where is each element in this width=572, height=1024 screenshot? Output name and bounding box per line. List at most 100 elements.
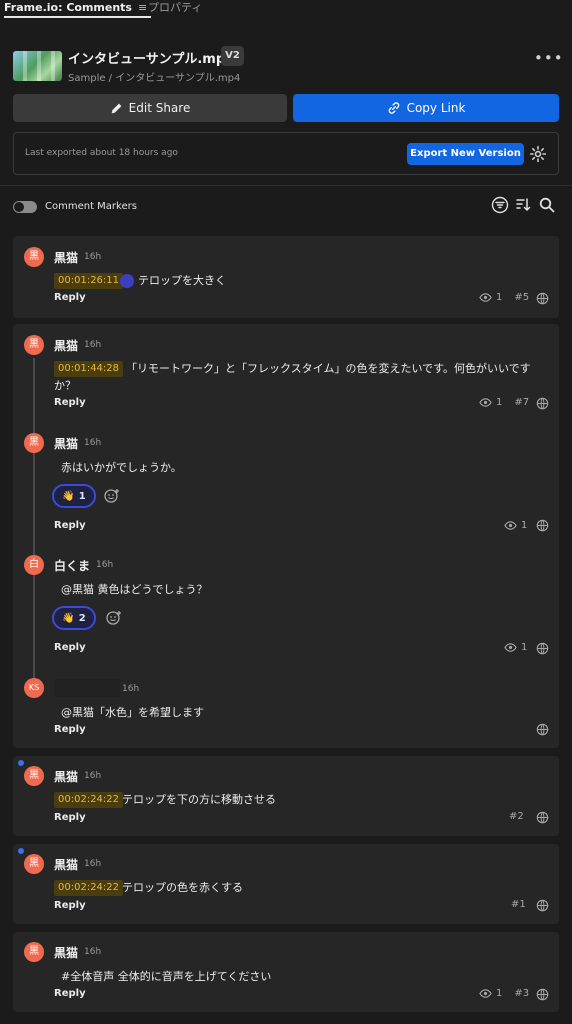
- globe-icon[interactable]: [536, 292, 549, 305]
- reply-meta: 1: [504, 641, 527, 654]
- timestamp-badge[interactable]: 00:01:44:28: [54, 361, 124, 377]
- comment-number: #1: [511, 899, 526, 910]
- avatar: 黒: [24, 854, 44, 874]
- comment-author: 黒猫: [54, 770, 79, 784]
- reply-button[interactable]: Reply: [54, 900, 86, 911]
- reply-button[interactable]: Reply: [54, 292, 86, 303]
- comment-markers-toggle[interactable]: [13, 201, 37, 213]
- tab-comments-label: Frame.io: Comments: [4, 1, 132, 14]
- comment-card[interactable]: 黒 黒猫 16h 00:01:26:11 テロップを大きく Reply 1 #5: [13, 236, 559, 318]
- wave-icon: 👋: [62, 612, 75, 624]
- globe-icon[interactable]: [536, 723, 549, 736]
- filter-icon[interactable]: [491, 196, 509, 214]
- comment-card[interactable]: 黒 黒猫 16h 00:02:24:22 テロップを下の方に移動させる Repl…: [13, 756, 559, 836]
- timestamp-badge[interactable]: 00:02:24:22: [54, 880, 124, 896]
- more-options-icon[interactable]: •••: [534, 50, 563, 70]
- globe-icon[interactable]: [536, 988, 549, 1001]
- reply-time: 16h: [84, 438, 102, 448]
- comment-meta: 1 #3: [479, 987, 529, 1000]
- avatar: KS: [24, 678, 44, 698]
- comment-text-cont: か？: [54, 379, 76, 392]
- comment-meta: 1 #5: [479, 291, 529, 304]
- annotation-icon: [120, 274, 134, 288]
- tab-menu-icon[interactable]: ≡: [138, 1, 147, 14]
- version-badge[interactable]: V2: [221, 46, 244, 66]
- divider: [0, 185, 572, 186]
- view-count: 1: [521, 520, 528, 531]
- reply-button[interactable]: Reply: [54, 642, 86, 653]
- comment-text: #全体音声 全体的に音声を上げてください: [61, 970, 272, 983]
- comment-card[interactable]: 黒 黒猫 16h #全体音声 全体的に音声を上げてください Reply 1 #3: [13, 932, 559, 1012]
- tab-comments[interactable]: Frame.io: Comments ≡: [4, 0, 152, 18]
- avatar: 黒: [24, 942, 44, 962]
- reply-time: 16h: [122, 684, 140, 694]
- edit-share-button[interactable]: Edit Share: [13, 94, 287, 122]
- comment-time: 16h: [84, 771, 102, 781]
- reaction-count: 1: [78, 490, 86, 502]
- comment-author: 黒猫: [54, 858, 79, 872]
- reaction-badge[interactable]: 👋 1: [52, 484, 96, 508]
- view-count: 1: [496, 397, 503, 408]
- reaction-count: 2: [78, 612, 86, 624]
- reply-button[interactable]: Reply: [54, 724, 86, 735]
- avatar: 黒: [24, 766, 44, 786]
- view-count: 1: [521, 642, 528, 653]
- avatar: 黒: [24, 433, 44, 453]
- eye-icon: [479, 293, 492, 302]
- breadcrumb[interactable]: Sample / インタビューサンプル.mp4: [68, 69, 240, 84]
- reply-button[interactable]: Reply: [54, 397, 86, 408]
- comment-author: 黒猫: [54, 946, 79, 960]
- view-count: 1: [496, 988, 503, 999]
- globe-icon[interactable]: [536, 642, 549, 655]
- comment-text: テロップの色を赤くする: [122, 881, 243, 894]
- reply-text: @黒猫「水色」を希望します: [61, 706, 204, 719]
- avatar: 白: [24, 555, 44, 575]
- thread-line: [33, 358, 35, 694]
- comment-card[interactable]: 黒 黒猫 16h 00:02:24:22 テロップの色を赤くする Reply #…: [13, 844, 559, 924]
- globe-icon[interactable]: [536, 899, 549, 912]
- edit-share-label: Edit Share: [128, 101, 191, 115]
- unread-indicator: [18, 760, 24, 766]
- eye-icon: [504, 521, 517, 530]
- globe-icon[interactable]: [536, 397, 549, 410]
- globe-icon[interactable]: [536, 811, 549, 824]
- comment-meta: #2: [509, 811, 524, 822]
- reply-text: @黒猫 黄色はどうでしょう？: [61, 583, 208, 596]
- reply-button[interactable]: Reply: [54, 812, 86, 823]
- comment-time: 16h: [84, 947, 102, 957]
- add-reaction-icon[interactable]: [103, 487, 121, 505]
- export-new-version-button[interactable]: Export New Version: [407, 143, 524, 165]
- search-icon[interactable]: [538, 196, 556, 214]
- export-status: Last exported about 18 hours ago: [25, 148, 178, 158]
- comment-meta: 1 #7: [479, 396, 529, 409]
- copy-link-label: Copy Link: [406, 101, 466, 115]
- timestamp-badge[interactable]: 00:02:24:22: [54, 792, 124, 808]
- sort-icon[interactable]: [514, 196, 532, 214]
- copy-link-button[interactable]: Copy Link: [293, 94, 559, 122]
- add-reaction-icon[interactable]: [105, 609, 123, 627]
- avatar: 黒: [24, 247, 44, 267]
- reply-text: 赤はいかがでしょうか。: [61, 461, 182, 474]
- panel-tabs: Frame.io: Comments ≡ プロパティ: [0, 0, 572, 18]
- file-thumbnail[interactable]: [13, 51, 62, 81]
- unread-indicator: [18, 848, 24, 854]
- reply-button[interactable]: Reply: [54, 988, 86, 999]
- comment-text: 「リモートワーク」と「フレックスタイム」の色を変えたいです。何色がいいです: [126, 362, 531, 375]
- comment-number: #2: [509, 811, 524, 822]
- redacted-author: [54, 679, 120, 697]
- reaction-badge[interactable]: 👋 2: [52, 606, 96, 630]
- export-panel: Last exported about 18 hours ago Export …: [13, 132, 559, 175]
- reply-button[interactable]: Reply: [54, 520, 86, 531]
- globe-icon[interactable]: [536, 519, 549, 532]
- file-title: インタビューサンプル.mp4: [68, 52, 235, 67]
- comment-markers-label: Comment Markers: [45, 201, 137, 212]
- comment-author: 黒猫: [54, 339, 79, 353]
- pencil-icon: [111, 103, 122, 113]
- reply-meta: 1: [504, 519, 527, 532]
- avatar: 黒: [24, 335, 44, 355]
- tab-properties[interactable]: プロパティ: [148, 0, 202, 18]
- timestamp-badge[interactable]: 00:01:26:11: [54, 273, 124, 289]
- comment-time: 16h: [84, 340, 102, 350]
- comment-thread[interactable]: 黒 黒猫 16h 00:01:44:28 「リモートワーク」と「フレックスタイム…: [13, 324, 559, 748]
- gear-icon[interactable]: [529, 145, 547, 163]
